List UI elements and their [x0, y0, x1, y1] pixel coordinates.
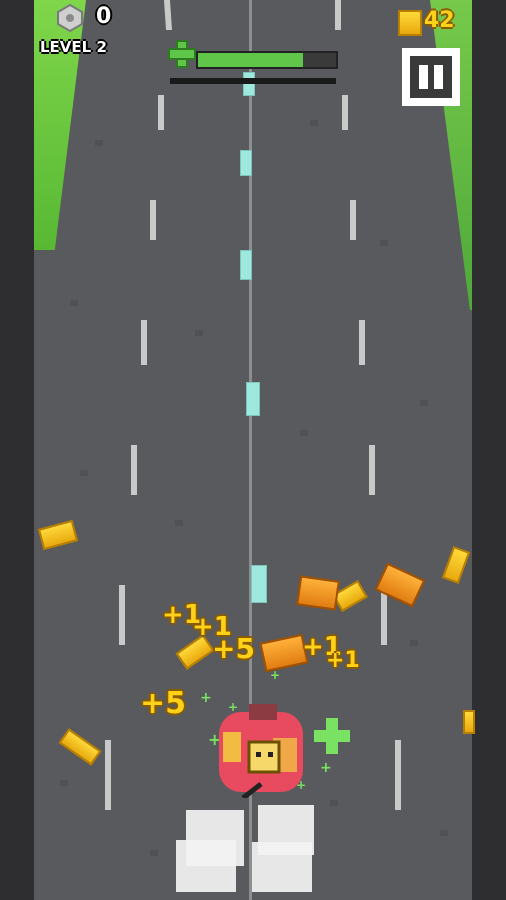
road-speck — [410, 640, 418, 646]
gold-bar — [463, 710, 475, 734]
plus-sparkle-icon: + — [270, 668, 281, 682]
pause-button[interactable] — [402, 48, 460, 106]
level-label: LEVEL 2 — [40, 38, 107, 56]
center-marker — [251, 565, 267, 603]
orange-brick — [296, 575, 340, 611]
lane-dash — [105, 740, 111, 810]
player-vehicle — [213, 702, 309, 800]
road-speck — [70, 300, 78, 306]
plus-sparkle-icon — [312, 716, 352, 756]
score-popup: +5 — [140, 686, 187, 721]
lane-dash — [141, 320, 147, 365]
coin-count: 42 — [424, 8, 455, 33]
lane-dash — [359, 320, 365, 365]
road-speck — [440, 830, 448, 836]
road-speck — [330, 800, 338, 806]
bolt-count: 0 — [96, 4, 112, 29]
lane-dash — [335, 0, 341, 30]
road-speck — [195, 330, 203, 336]
lane-dash — [350, 200, 356, 240]
smoke-puff — [252, 842, 312, 892]
game-stage: 0 LEVEL 2 42 +1 +1 +5 +5 +1 +1 + + + + +… — [0, 0, 506, 900]
lane-dash — [342, 95, 348, 130]
road-speck — [380, 240, 388, 246]
progress-track — [170, 78, 336, 84]
center-marker — [243, 72, 255, 96]
lane-dash — [131, 445, 137, 495]
score-popup: +1 — [326, 648, 360, 673]
road-speck — [95, 140, 103, 146]
lane-dash — [395, 740, 401, 810]
road-speck — [300, 430, 308, 436]
pause-icon — [410, 56, 452, 98]
road-speck — [60, 780, 68, 786]
smoke-puff — [176, 840, 236, 892]
plus-sparkle-icon: + — [200, 690, 212, 706]
center-marker — [246, 382, 260, 416]
score-popup: +5 — [212, 632, 255, 665]
health-bar-fill — [198, 53, 303, 67]
plus-icon — [168, 40, 196, 68]
road-speck — [310, 120, 318, 126]
coin-icon — [398, 10, 422, 36]
plus-sparkle-icon: + — [320, 760, 332, 776]
health-bar — [196, 51, 338, 69]
lane-dash — [369, 445, 375, 495]
lane-dash — [119, 585, 125, 645]
road-speck — [150, 850, 158, 856]
road-speck — [175, 520, 183, 526]
lane-dash — [150, 200, 156, 240]
center-marker — [240, 150, 252, 176]
center-marker — [240, 250, 252, 280]
road-speck — [80, 470, 88, 476]
lane-dash — [158, 95, 164, 130]
road-speck — [420, 400, 428, 406]
bolt-icon — [56, 3, 84, 33]
